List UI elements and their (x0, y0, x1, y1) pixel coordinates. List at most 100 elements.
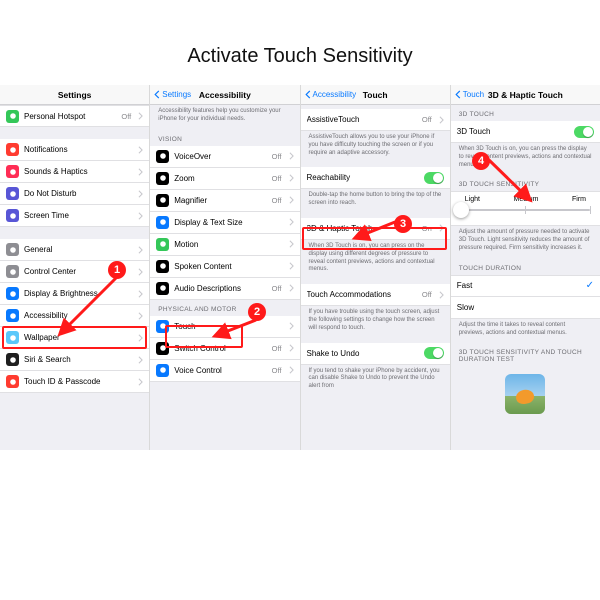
3d-touch-toggle-row[interactable]: 3D Touch (451, 121, 600, 143)
accessibility-row[interactable]: Audio Descriptions Off (150, 278, 299, 300)
intro-text: Accessibility features help you customiz… (150, 105, 299, 130)
seg-firm: Firm (572, 196, 586, 203)
group-header: 3D TOUCH SENSITIVITY (451, 175, 600, 191)
touch-row[interactable]: Reachability (301, 167, 450, 189)
row-label: Siri & Search (24, 355, 133, 364)
settings-row[interactable]: Do Not Disturb (0, 183, 149, 205)
chevron-right-icon (289, 218, 294, 226)
app-icon (156, 320, 169, 333)
seg-medium: Medium (514, 196, 539, 203)
row-label: Switch Control (174, 344, 266, 353)
back-button[interactable]: Accessibility (305, 90, 357, 99)
app-icon (6, 187, 19, 200)
step-badge-1: 1 (108, 261, 126, 279)
group-header: PHYSICAL AND MOTOR (150, 300, 299, 316)
row-label: Notifications (24, 145, 133, 154)
row-value: Off (272, 284, 282, 293)
accessibility-row[interactable]: Motion (150, 234, 299, 256)
chevron-right-icon (439, 224, 444, 232)
chevron-right-icon (138, 146, 143, 154)
accessibility-row[interactable]: Touch (150, 316, 299, 338)
duration-list: Fast✓Slow (451, 275, 600, 319)
row-label: General (24, 245, 133, 254)
back-button[interactable]: Settings (154, 90, 191, 99)
chevron-right-icon (439, 291, 444, 299)
row-label: Display & Brightness (24, 289, 133, 298)
app-icon (156, 342, 169, 355)
nav-bar: Settings (0, 85, 149, 105)
sensitivity-control: Light Medium Firm (451, 191, 600, 226)
app-icon (156, 216, 169, 229)
row-value: Off (272, 152, 282, 161)
settings-row[interactable]: Personal HotspotOff (0, 105, 149, 127)
settings-row[interactable]: Screen Time (0, 205, 149, 227)
row-value: Off (272, 174, 282, 183)
nav-bar: Settings Accessibility (150, 85, 299, 105)
row-label: AssistiveTouch (307, 115, 417, 124)
chevron-right-icon (439, 116, 444, 124)
settings-row[interactable]: Notifications (0, 139, 149, 161)
touch-column: Accessibility Touch AssistiveTouchOffAss… (301, 85, 451, 450)
nav-title: Settings (58, 90, 92, 100)
row-label: Reachability (307, 173, 419, 182)
settings-row[interactable]: General (0, 239, 149, 261)
nav-title: 3D & Haptic Touch (488, 90, 563, 100)
settings-row[interactable]: Siri & Search (0, 349, 149, 371)
row-label: Audio Descriptions (174, 284, 266, 293)
page-title: Activate Touch Sensitivity (0, 45, 600, 68)
settings-row[interactable]: Wallpaper (0, 327, 149, 349)
footnote: If you have trouble using the touch scre… (301, 306, 450, 338)
settings-row[interactable]: Sounds & Haptics (0, 161, 149, 183)
touch-row[interactable]: Shake to Undo (301, 343, 450, 365)
row-label: Shake to Undo (307, 349, 419, 358)
slider-knob[interactable] (453, 202, 469, 218)
chevron-right-icon (289, 174, 294, 182)
back-button[interactable]: Touch (455, 90, 484, 99)
settings-row[interactable]: Touch ID & Passcode (0, 371, 149, 393)
row-label: VoiceOver (174, 152, 266, 161)
3dtouch-column: Touch 3D & Haptic Touch 3D TOUCH 3D Touc… (451, 85, 600, 450)
row-label: 3D Touch (457, 127, 569, 136)
row-label: Wallpaper (24, 333, 133, 342)
chevron-right-icon (289, 196, 294, 204)
group-header: 3D TOUCH (451, 105, 600, 121)
app-icon (156, 282, 169, 295)
seg-light: Light (465, 196, 480, 203)
accessibility-row[interactable]: Voice ControlOff (150, 360, 299, 382)
touch-row[interactable]: 3D & Haptic TouchOn (301, 218, 450, 240)
row-label: Spoken Content (174, 262, 283, 271)
app-icon (156, 194, 169, 207)
accessibility-row[interactable]: MagnifierOff (150, 190, 299, 212)
row-label: Voice Control (174, 366, 266, 375)
sensitivity-slider[interactable] (451, 209, 600, 217)
accessibility-row[interactable]: Spoken Content (150, 256, 299, 278)
toggle-switch[interactable] (424, 347, 444, 359)
duration-row[interactable]: Fast✓ (451, 275, 600, 297)
accessibility-row[interactable]: Zoom Off (150, 168, 299, 190)
accessibility-row[interactable]: Display & Text Size (150, 212, 299, 234)
row-label: Zoom (174, 174, 266, 183)
settings-row[interactable]: Control Center (0, 261, 149, 283)
toggle-switch[interactable] (574, 126, 594, 138)
footnote: Double-tap the home button to bring the … (301, 189, 450, 214)
chevron-right-icon (138, 212, 143, 220)
app-icon (6, 265, 19, 278)
chevron-left-icon (305, 90, 311, 99)
chevron-right-icon (289, 262, 294, 270)
settings-row[interactable]: Accessibility (0, 305, 149, 327)
touch-row[interactable]: Touch AccommodationsOff (301, 284, 450, 306)
settings-row[interactable]: Display & Brightness (0, 283, 149, 305)
row-value: Off (422, 290, 432, 299)
chevron-right-icon (289, 344, 294, 352)
test-thumbnail[interactable] (505, 374, 545, 414)
accessibility-row[interactable]: Switch ControlOff (150, 338, 299, 360)
chevron-right-icon (138, 312, 143, 320)
app-icon (6, 353, 19, 366)
app-icon (6, 143, 19, 156)
touch-row[interactable]: AssistiveTouchOff (301, 109, 450, 131)
app-icon (6, 110, 19, 123)
accessibility-row[interactable]: VoiceOver Off (150, 146, 299, 168)
toggle-switch[interactable] (424, 172, 444, 184)
chevron-right-icon (289, 366, 294, 374)
duration-row[interactable]: Slow (451, 297, 600, 319)
